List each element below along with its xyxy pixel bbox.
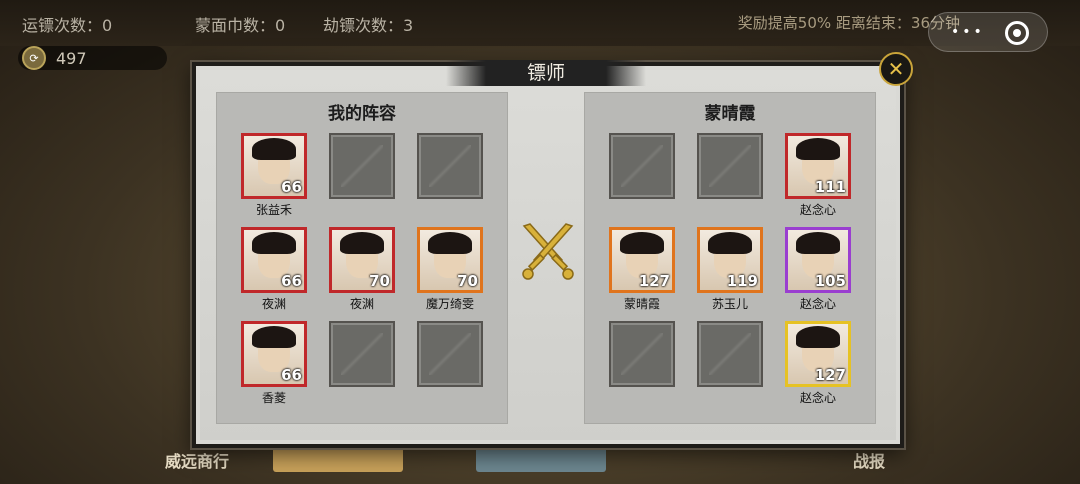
hero-slot[interactable]: 70 xyxy=(329,227,395,293)
hero-level: 105 xyxy=(814,272,846,290)
hero-name: 赵念心 xyxy=(799,391,836,405)
escort-dialog: 我的阵容 张益禾 66 夜渊 66 夜渊 70 魔万绮雯 70 香菱 66 蒙晴霞 赵念心 111 蒙… xyxy=(192,52,913,448)
hero-portrait xyxy=(796,232,840,254)
crossed-swords-icon xyxy=(522,223,574,280)
hero-portrait xyxy=(252,232,296,254)
close-button[interactable]: ✕ xyxy=(879,52,913,86)
hero-name: 赵念心 xyxy=(799,203,836,217)
empty-slot[interactable] xyxy=(417,321,483,387)
hero-level: 66 xyxy=(281,178,302,196)
coin-icon: ⟳ xyxy=(22,46,46,70)
hero-slot[interactable]: 66 xyxy=(241,133,307,199)
hero-slot[interactable]: 66 xyxy=(241,321,307,387)
hero-level: 66 xyxy=(281,272,302,290)
opponent-name-title: 蒙晴霞 xyxy=(704,104,756,124)
hero-level: 127 xyxy=(814,366,846,384)
hero-slot[interactable]: 105 xyxy=(785,227,851,293)
hero-level: 111 xyxy=(814,178,846,196)
hero-name: 香菱 xyxy=(261,391,286,405)
top-status-bar: 运镖次数：0 蒙面巾数：0 劫镖次数：3 奖励提高50% 距离结束：36分钟 •… xyxy=(0,0,1080,52)
close-icon: ✕ xyxy=(887,57,905,81)
miniprogram-capsule[interactable]: ••• xyxy=(928,12,1048,52)
hero-name: 赵念心 xyxy=(799,297,836,311)
merchant-button[interactable]: 威远商行 xyxy=(165,448,229,472)
title-bar: 镖师 xyxy=(446,60,646,86)
hero-name: 夜渊 xyxy=(261,297,286,311)
empty-slot[interactable] xyxy=(329,321,395,387)
hero-slot[interactable]: 66 xyxy=(241,227,307,293)
hero-slot[interactable]: 70 xyxy=(417,227,483,293)
hero-portrait xyxy=(708,232,752,254)
dialog-body: 我的阵容 张益禾 66 夜渊 66 夜渊 70 魔万绮雯 70 香菱 66 蒙晴霞 赵念心 111 蒙… xyxy=(200,70,896,440)
more-icon[interactable]: ••• xyxy=(951,25,985,39)
hero-portrait xyxy=(252,138,296,160)
opponent-lineup-panel: 蒙晴霞 赵念心 111 蒙晴霞 127 苏玉儿 119 赵念心 105 赵念心 127 xyxy=(584,92,876,424)
hero-name: 蒙晴霞 xyxy=(623,297,660,311)
hero-slot[interactable]: 119 xyxy=(697,227,763,293)
hero-level: 119 xyxy=(726,272,758,290)
empty-slot[interactable] xyxy=(697,321,763,387)
hero-level: 70 xyxy=(457,272,478,290)
empty-slot[interactable] xyxy=(697,133,763,199)
hero-level: 70 xyxy=(369,272,390,290)
coin-counter: ⟳ 497 xyxy=(18,46,167,70)
battle-report-button[interactable]: 战报 xyxy=(853,448,885,472)
hero-name: 夜渊 xyxy=(349,297,374,311)
dialog-title: 镖师 xyxy=(526,62,565,84)
mask-count: 蒙面巾数：0 xyxy=(195,16,286,35)
hero-slot[interactable]: 111 xyxy=(785,133,851,199)
hero-portrait xyxy=(340,232,384,254)
my-lineup-panel: 我的阵容 张益禾 66 夜渊 66 夜渊 70 魔万绮雯 70 香菱 66 xyxy=(216,92,508,424)
close-target-icon[interactable] xyxy=(1005,21,1029,45)
rob-count: 劫镖次数：3 xyxy=(323,16,414,35)
empty-slot[interactable] xyxy=(609,321,675,387)
hero-portrait xyxy=(252,326,296,348)
empty-slot[interactable] xyxy=(329,133,395,199)
coin-value: 497 xyxy=(56,48,87,68)
my-lineup-title: 我的阵容 xyxy=(328,104,396,124)
empty-slot[interactable] xyxy=(609,133,675,199)
hero-name: 张益禾 xyxy=(255,203,292,217)
hero-portrait xyxy=(796,138,840,160)
hero-portrait xyxy=(796,326,840,348)
hero-portrait xyxy=(620,232,664,254)
hero-slot[interactable]: 127 xyxy=(609,227,675,293)
hero-level: 66 xyxy=(281,366,302,384)
escort-count: 运镖次数：0 xyxy=(22,16,113,35)
hero-name: 苏玉儿 xyxy=(711,297,748,311)
hero-level: 127 xyxy=(638,272,670,290)
hero-slot[interactable]: 127 xyxy=(785,321,851,387)
reward-timer: 奖励提高50% 距离结束：36分钟 xyxy=(737,14,960,32)
empty-slot[interactable] xyxy=(417,133,483,199)
hero-portrait xyxy=(428,232,472,254)
hero-name: 魔万绮雯 xyxy=(425,297,474,311)
